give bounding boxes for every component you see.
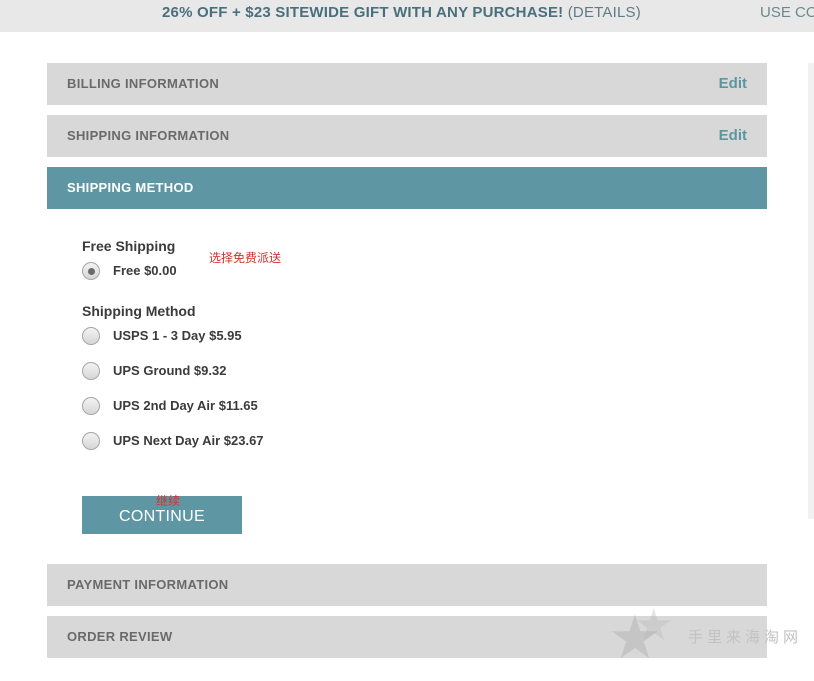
section-shipping-method-title: SHIPPING METHOD: [67, 180, 194, 195]
promo-headline-text: 26% OFF + $23 SITEWIDE GIFT WITH ANY PUR…: [162, 4, 564, 21]
promo-code-text: USE CO: [760, 4, 814, 21]
shipping-info-edit-link[interactable]: Edit: [719, 127, 747, 144]
shipping-method-heading: Shipping Method: [82, 303, 196, 319]
section-payment-title: PAYMENT INFORMATION: [67, 577, 229, 592]
section-shipping-info[interactable]: SHIPPING INFORMATION Edit: [47, 115, 767, 157]
shipping-option-label: UPS Ground $9.32: [113, 363, 227, 378]
watermark-text: 手里来海淘网: [688, 628, 803, 646]
section-shipping-method: SHIPPING METHOD: [47, 167, 767, 209]
promo-details-link[interactable]: (DETAILS): [568, 4, 641, 21]
shipping-option-label: Free $0.00: [113, 263, 177, 278]
radio-button[interactable]: [82, 432, 100, 450]
free-shipping-heading: Free Shipping: [82, 238, 176, 254]
section-shipping-info-title: SHIPPING INFORMATION: [67, 128, 230, 143]
radio-button[interactable]: [82, 397, 100, 415]
shipping-option-label: UPS 2nd Day Air $11.65: [113, 398, 258, 413]
shipping-option-label: USPS 1 - 3 Day $5.95: [113, 328, 242, 343]
promo-bar: 26% OFF + $23 SITEWIDE GIFT WITH ANY PUR…: [0, 0, 814, 32]
continue-annotation: 继续: [156, 494, 181, 508]
promo-headline: 26% OFF + $23 SITEWIDE GIFT WITH ANY PUR…: [162, 4, 641, 21]
section-order-review-title: ORDER REVIEW: [67, 629, 173, 644]
section-billing-title: BILLING INFORMATION: [67, 76, 220, 91]
free-shipping-annotation: 选择免费派送: [209, 251, 282, 265]
star-icon: ★: [634, 601, 674, 650]
shipping-option-label: UPS Next Day Air $23.67: [113, 433, 264, 448]
radio-button[interactable]: [82, 262, 100, 280]
radio-button[interactable]: [82, 327, 100, 345]
section-billing[interactable]: BILLING INFORMATION Edit: [47, 63, 767, 105]
radio-button[interactable]: [82, 362, 100, 380]
watermark: ★ ★ 手里来海淘网: [608, 601, 808, 668]
sidebar-divider: [808, 63, 814, 519]
billing-edit-link[interactable]: Edit: [719, 75, 747, 92]
